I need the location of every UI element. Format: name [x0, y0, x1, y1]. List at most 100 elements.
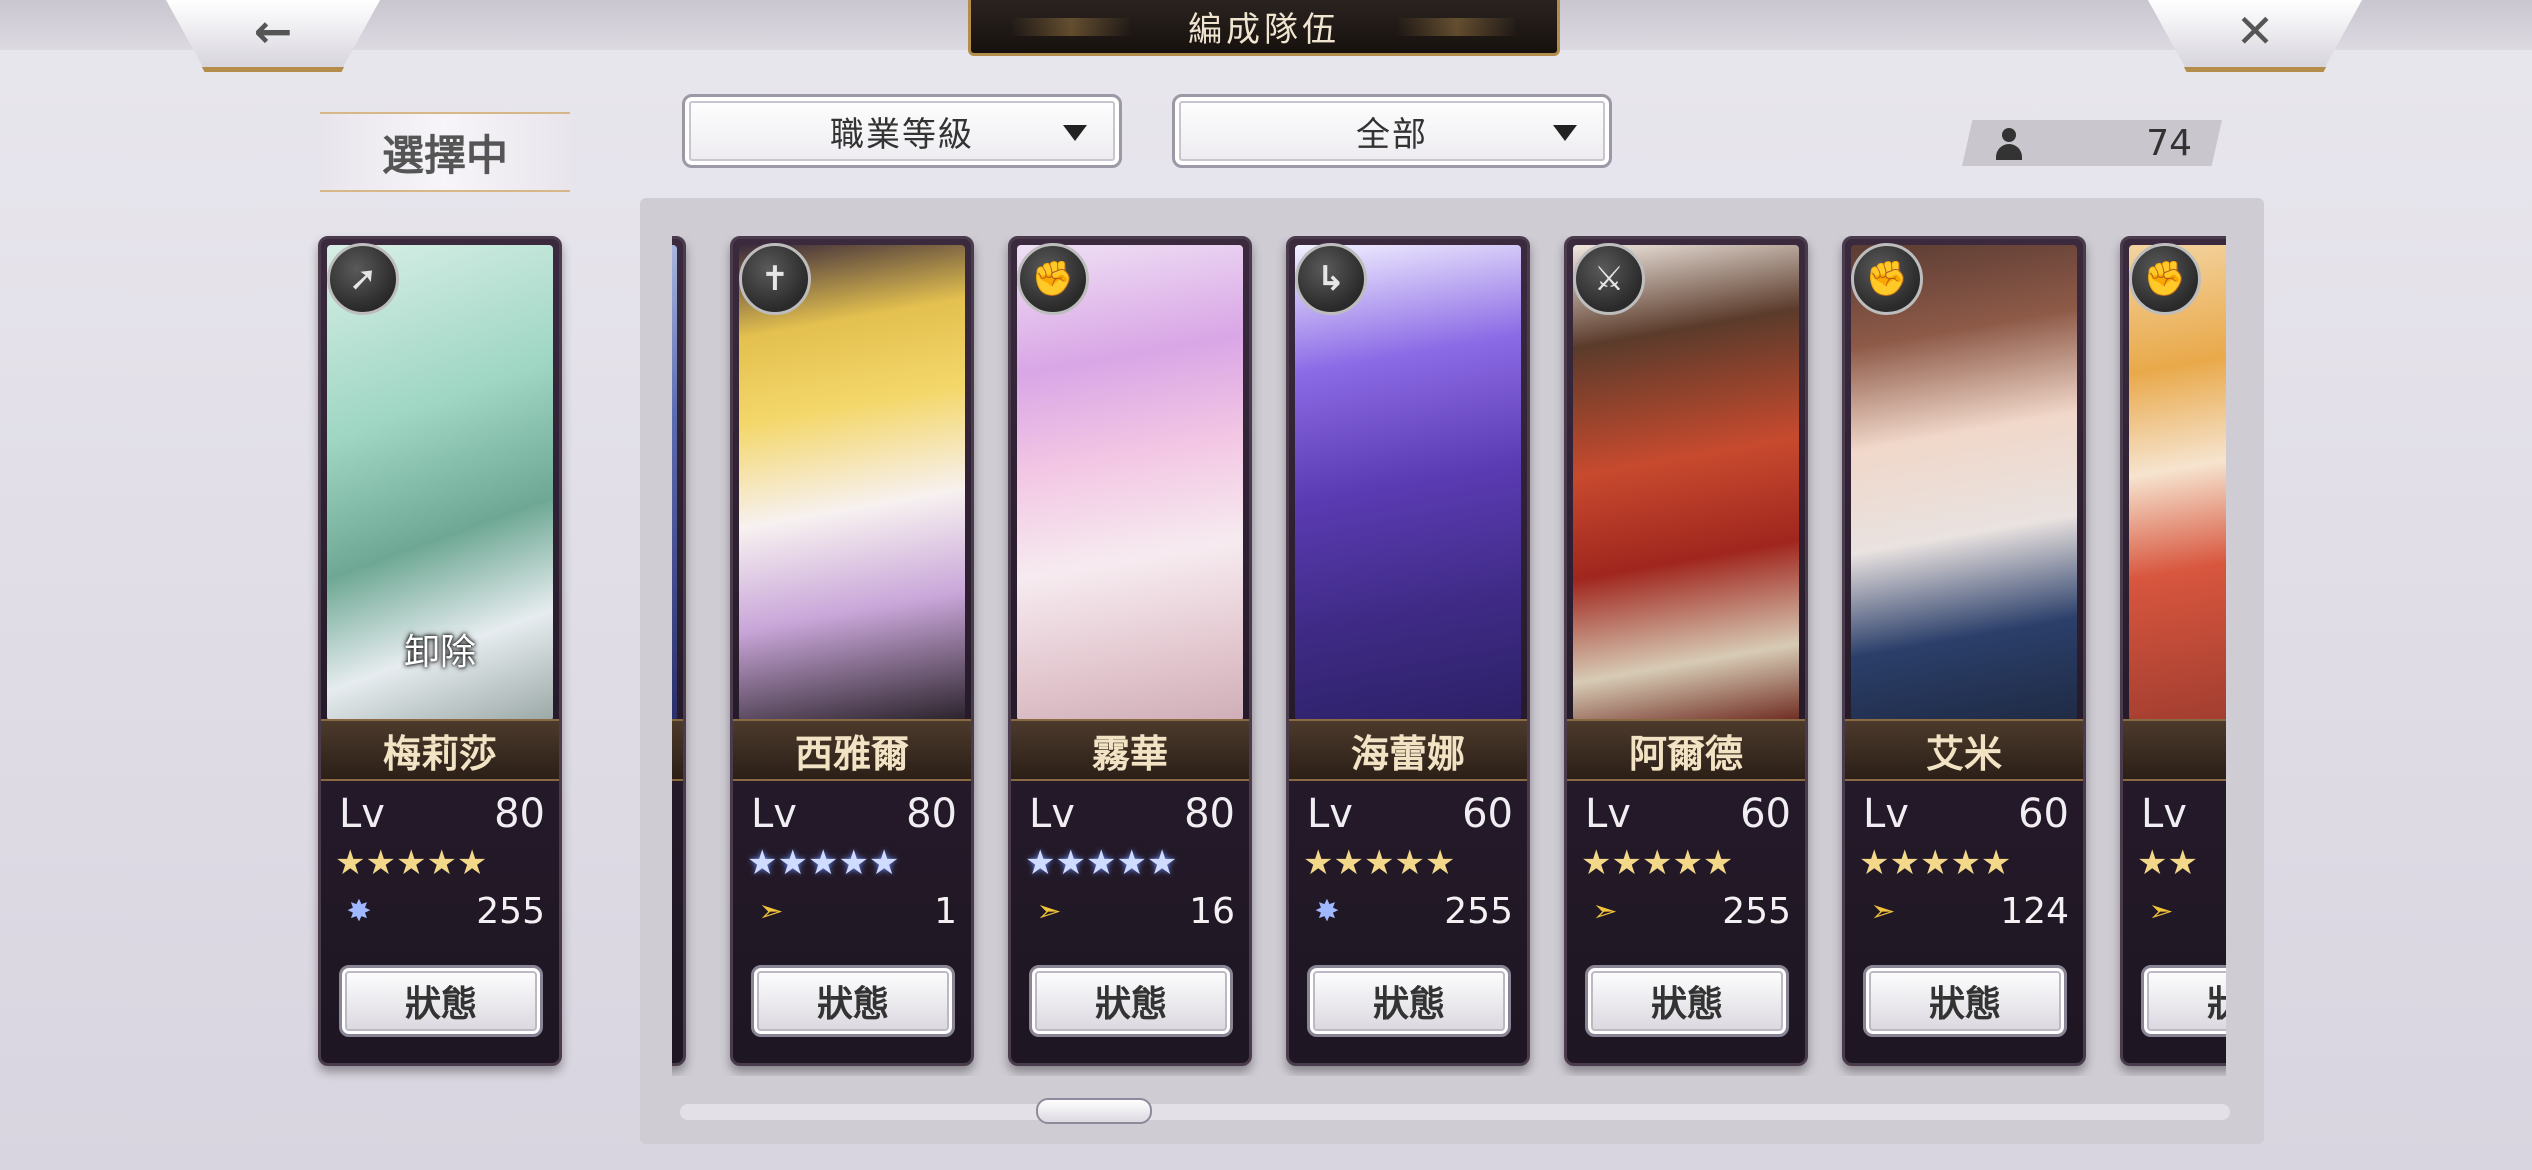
level-label: Lv — [751, 791, 797, 837]
level-label: Lv — [1863, 791, 1909, 837]
unit-card[interactable]: ↳ 海蕾娜 Lv 60 ★★★★★ ✸ 255 狀態 — [1286, 236, 1530, 1066]
unit-portrait — [739, 245, 965, 721]
job-level-dropdown-label: 職業等級 — [830, 114, 974, 155]
person-icon — [1994, 128, 2024, 160]
stat-row: ➣ 124 — [1863, 887, 2069, 935]
unit-name: 海蕾娜 — [1289, 719, 1527, 781]
status-button[interactable]: 狀態 — [2141, 965, 2226, 1037]
fist-icon: ✊ — [1017, 243, 1089, 315]
stat-value: 255 — [1444, 890, 1513, 932]
level-value: 80 — [494, 791, 545, 837]
unit-list-viewport[interactable]: 5 ✝ 西雅爾 Lv 80 ★★★★★ ➣ 1 狀態 ✊ 霧華 Lv 80 ★★… — [672, 236, 2226, 1076]
unit-card[interactable]: ✝ 西雅爾 Lv 80 ★★★★★ ➣ 1 狀態 — [730, 236, 974, 1066]
page-title: 編成隊伍 — [968, 0, 1560, 56]
level-row: Lv 60 — [1307, 787, 1513, 841]
selected-label: 選擇中 — [320, 112, 570, 192]
level-value: 60 — [1462, 791, 1513, 837]
status-button[interactable]: 狀態 — [1029, 965, 1233, 1037]
stat-row: ➣ 1 — [751, 887, 957, 935]
unit-portrait — [672, 245, 677, 721]
stat-row: ➣ 16 — [1029, 887, 1235, 935]
level-row: Lv 80 — [751, 787, 957, 841]
fist-icon: ✊ — [2129, 243, 2201, 315]
status-button[interactable]: 狀態 — [1585, 965, 1789, 1037]
stat-row: ✸ 255 — [1307, 887, 1513, 935]
fist-icon: ✊ — [1851, 243, 1923, 315]
rarity-stars: ★★★★★ — [1025, 843, 1178, 883]
wing-icon: ➣ — [758, 893, 784, 929]
stat-row: ✸ 255 — [339, 887, 545, 935]
stat-value: 255 — [1722, 890, 1791, 932]
unit-count-badge: 74 — [1962, 120, 2222, 166]
level-row: Lv 60 — [1863, 787, 2069, 841]
swirl-icon: ✸ — [346, 893, 372, 929]
unit-portrait — [1573, 245, 1799, 721]
unit-portrait — [1851, 245, 2077, 721]
unit-card[interactable]: ⚔ 阿爾德 Lv 60 ★★★★★ ➣ 255 狀態 — [1564, 236, 1808, 1066]
scope-dropdown-label: 全部 — [1356, 114, 1428, 155]
wing-icon: ➣ — [1036, 893, 1062, 929]
level-value: 60 — [1740, 791, 1791, 837]
chevron-down-icon — [1553, 125, 1577, 141]
selected-unit-card[interactable]: 卸除 ➚ 梅莉莎 Lv 80 ★★★★★ ✸ 255 狀態 — [318, 236, 562, 1066]
stat-value: 16 — [1189, 890, 1235, 932]
rarity-stars: ★★★★★ — [335, 843, 488, 883]
status-button[interactable]: 狀態 — [1307, 965, 1511, 1037]
rarity-stars: ★★★★★ — [747, 843, 900, 883]
status-button[interactable]: 狀態 — [1863, 965, 2067, 1037]
staff-icon: ↳ — [1295, 243, 1367, 315]
job-level-dropdown[interactable]: 職業等級 — [682, 94, 1122, 168]
stat-row: ➣ 255 — [1585, 887, 1791, 935]
level-value: 80 — [906, 791, 957, 837]
level-label: Lv — [1307, 791, 1353, 837]
unit-portrait — [1295, 245, 1521, 721]
status-button[interactable]: 狀態 — [751, 965, 955, 1037]
swirl-icon: ✸ — [1314, 893, 1340, 929]
back-button-frame — [166, 0, 380, 72]
unequip-label[interactable]: 卸除 — [321, 619, 559, 679]
level-row: Lv — [2141, 787, 2226, 841]
stat-row: ➣ — [2141, 887, 2226, 935]
level-row: Lv 80 — [1029, 787, 1235, 841]
unit-name: 艾米 — [1845, 719, 2083, 781]
level-label: Lv — [1585, 791, 1631, 837]
stat-value: 255 — [476, 890, 545, 932]
rarity-stars: ★★ — [2137, 843, 2198, 883]
rarity-stars: ★★★★★ — [1303, 843, 1456, 883]
horizontal-scrollbar-track[interactable] — [680, 1104, 2230, 1120]
bow-icon: ➚ — [327, 243, 399, 315]
close-button-frame — [2148, 0, 2362, 72]
stat-value: 1 — [934, 890, 957, 932]
scope-dropdown[interactable]: 全部 — [1172, 94, 1612, 168]
level-value: 60 — [2018, 791, 2069, 837]
chevron-down-icon — [1063, 125, 1087, 141]
wing-icon: ➣ — [1870, 893, 1896, 929]
sword-icon: ⚔ — [1573, 243, 1645, 315]
unit-portrait — [2129, 245, 2226, 721]
level-value: 80 — [1184, 791, 1235, 837]
unit-count-value: 74 — [2146, 122, 2192, 164]
unit-card[interactable]: ✊ 霧華 Lv 80 ★★★★★ ➣ 16 狀態 — [1008, 236, 1252, 1066]
status-button[interactable]: 狀態 — [339, 965, 543, 1037]
unit-name: 阿爾德 — [1567, 719, 1805, 781]
level-label: Lv — [1029, 791, 1075, 837]
crossbow-icon: ✝ — [739, 243, 811, 315]
level-row: Lv 80 — [339, 787, 545, 841]
wing-icon: ➣ — [1592, 893, 1618, 929]
unit-name — [672, 719, 683, 781]
unit-name: 梅莉莎 — [321, 719, 559, 781]
unit-card[interactable]: ✊ 艾米 Lv 60 ★★★★★ ➣ 124 狀態 — [1842, 236, 2086, 1066]
level-row: Lv 60 — [1585, 787, 1791, 841]
unit-card-partial-left[interactable]: 5 — [672, 236, 686, 1066]
unit-name: 霧華 — [1011, 719, 1249, 781]
unit-name: 西雅爾 — [733, 719, 971, 781]
unit-card-partial-right[interactable]: ✊ Lv ★★ ➣ 狀態 — [2120, 236, 2226, 1066]
level-label: Lv — [2141, 791, 2187, 837]
rarity-stars: ★★★★★ — [1859, 843, 2012, 883]
stat-value: 124 — [2000, 890, 2069, 932]
unit-portrait — [1017, 245, 1243, 721]
level-label: Lv — [339, 791, 385, 837]
unit-name — [2123, 719, 2226, 781]
horizontal-scrollbar-thumb[interactable] — [1036, 1098, 1152, 1124]
rarity-stars: ★★★★★ — [1581, 843, 1734, 883]
